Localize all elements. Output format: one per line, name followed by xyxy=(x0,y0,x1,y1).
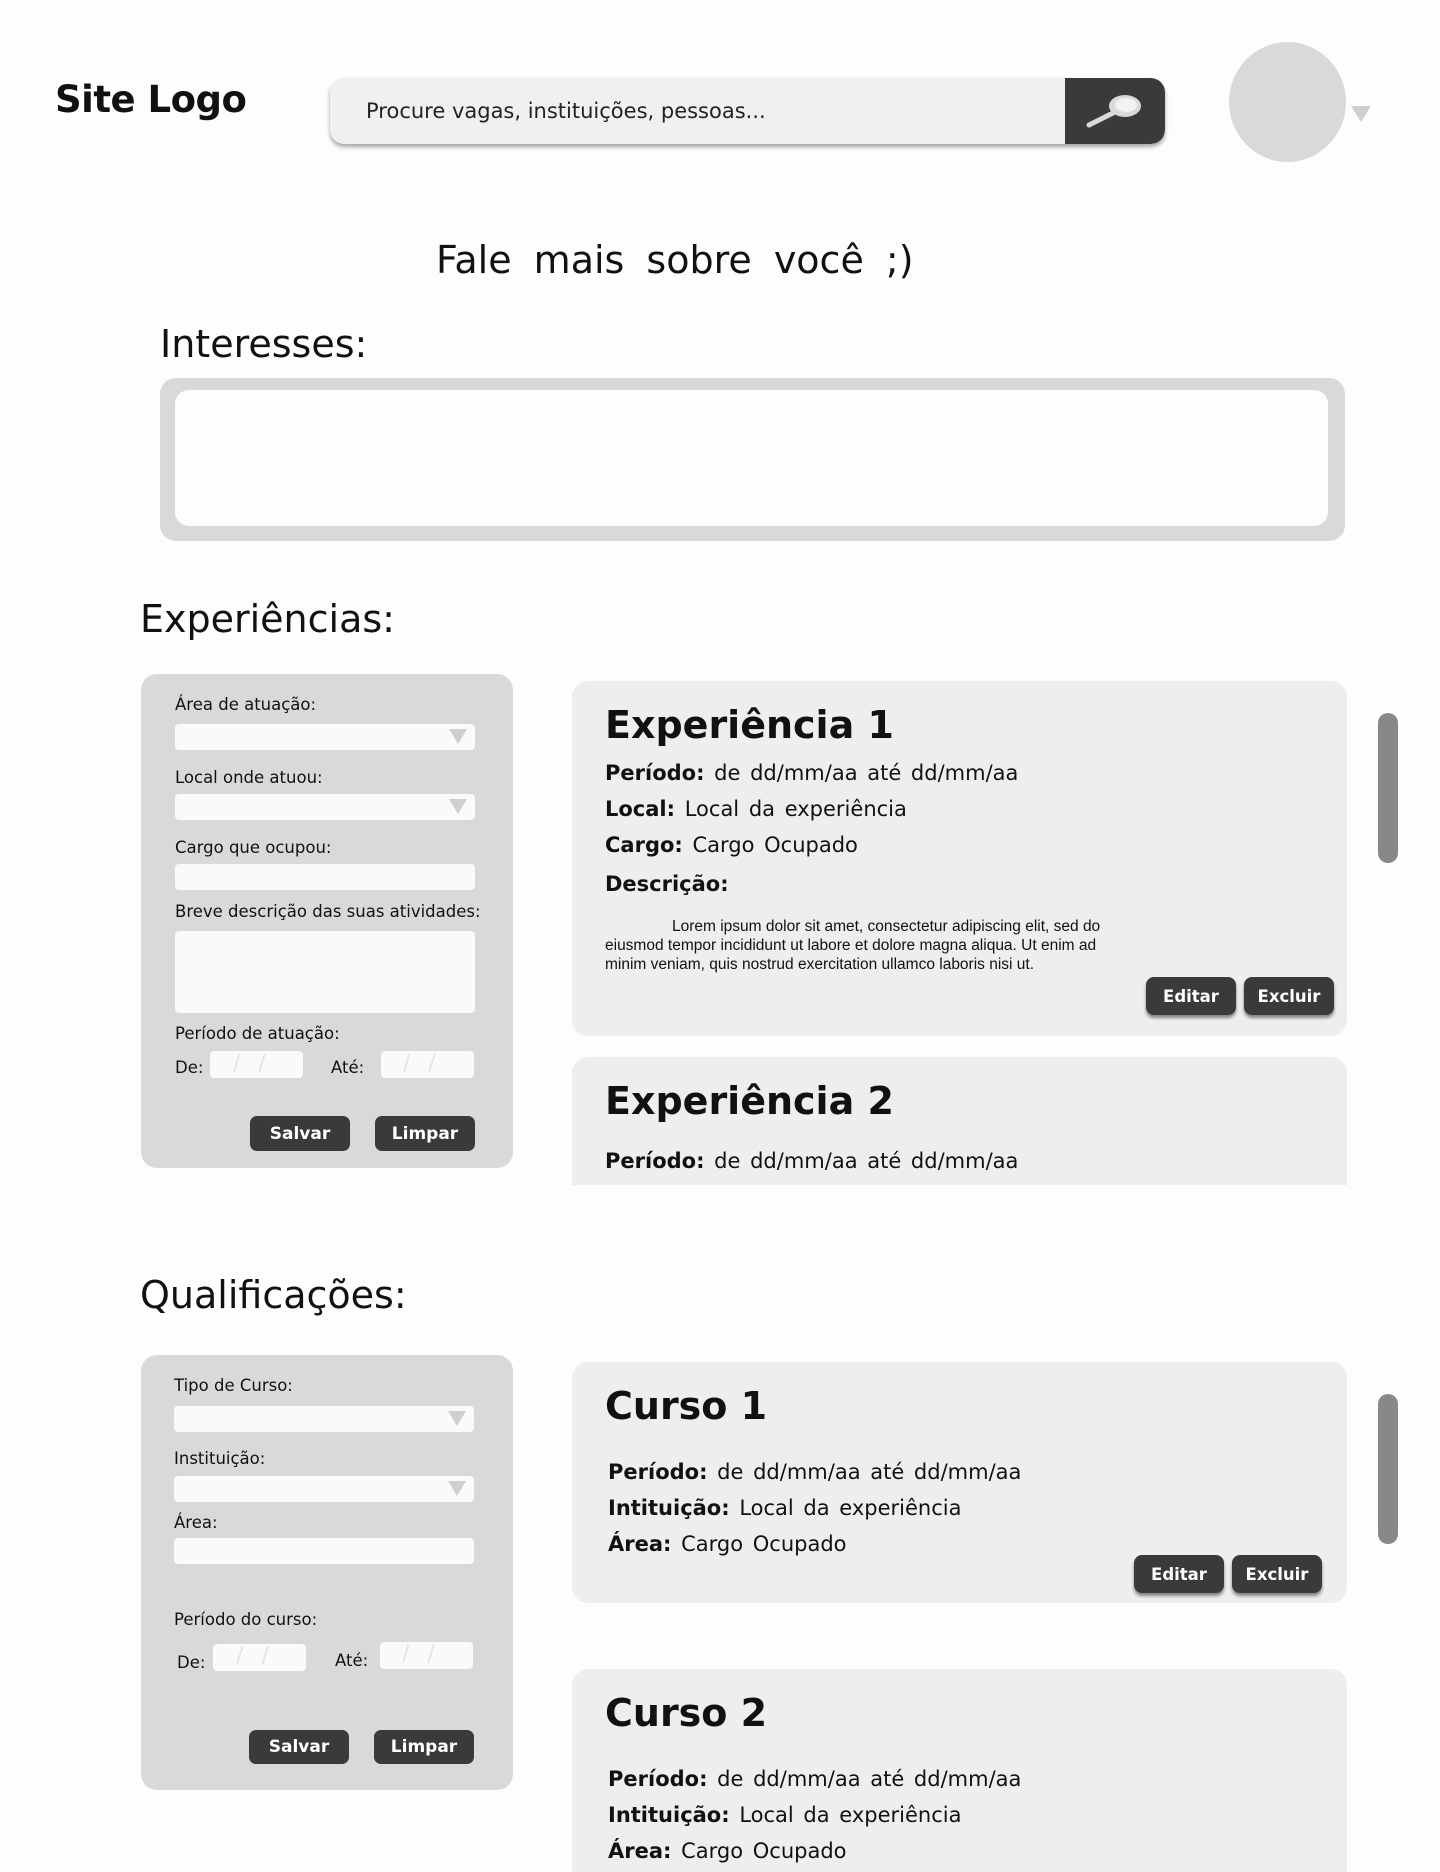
date-separators: // xyxy=(402,1642,453,1667)
cargo-value: Cargo Ocupado xyxy=(692,833,858,857)
instituicao-label: Intituição: xyxy=(608,1496,730,1520)
area-label: Área: xyxy=(608,1839,672,1863)
save-button[interactable]: Salvar xyxy=(250,1116,350,1151)
save-button[interactable]: Salvar xyxy=(249,1730,349,1764)
periodo-value: de dd/mm/aa até dd/mm/aa xyxy=(717,1767,1022,1791)
periodo-label: Período: xyxy=(605,761,705,785)
date-separators: // xyxy=(236,1644,287,1669)
qualification-form: Tipo de Curso: Instituição: Área: Períod… xyxy=(141,1355,513,1790)
experience-card: Experiência 2 Período: de dd/mm/aa até d… xyxy=(572,1057,1347,1185)
periodo-value: de dd/mm/aa até dd/mm/aa xyxy=(714,761,1019,785)
descricao-label: Descrição: xyxy=(605,872,729,896)
site-logo[interactable]: Site Logo xyxy=(55,78,247,121)
edit-button[interactable]: Editar xyxy=(1146,977,1236,1015)
chevron-down-icon xyxy=(448,1481,466,1496)
area-select[interactable] xyxy=(175,724,475,750)
experience-form: Área de atuação: Local onde atuou: Cargo… xyxy=(141,674,513,1168)
chevron-down-icon xyxy=(449,729,467,744)
search-button[interactable] xyxy=(1065,78,1165,144)
descricao-text: Lorem ipsum dolor sit amet, consectetur … xyxy=(605,918,1101,973)
qualifications-title: Qualificações: xyxy=(140,1273,407,1317)
de-label: De: xyxy=(177,1653,206,1672)
card-title: Curso 1 xyxy=(605,1384,768,1428)
descricao-field[interactable] xyxy=(175,931,475,1013)
periodo-value: de dd/mm/aa até dd/mm/aa xyxy=(714,1149,1019,1173)
instituicao-line: Intituição: Local da experiência xyxy=(608,1803,961,1827)
card-title: Curso 2 xyxy=(605,1691,768,1735)
delete-button[interactable]: Excluir xyxy=(1232,1555,1322,1593)
tipo-select[interactable] xyxy=(174,1406,474,1432)
qualifications-scrollbar[interactable] xyxy=(1378,1394,1398,1544)
card-title: Experiência 1 xyxy=(605,703,894,747)
experience-card: Experiência 1 Período: de dd/mm/aa até d… xyxy=(572,681,1347,1036)
periodo-value: de dd/mm/aa até dd/mm/aa xyxy=(717,1460,1022,1484)
page-title: Fale mais sobre você ;) xyxy=(436,238,914,282)
instituicao-label: Instituição: xyxy=(174,1449,266,1468)
area-field[interactable] xyxy=(174,1538,474,1564)
card-title: Experiência 2 xyxy=(605,1079,894,1123)
tipo-label: Tipo de Curso: xyxy=(174,1376,293,1395)
interests-title: Interesses: xyxy=(160,322,368,366)
area-line: Área: Cargo Ocupado xyxy=(608,1839,847,1863)
instituicao-value: Local da experiência xyxy=(739,1496,962,1520)
instituicao-label: Intituição: xyxy=(608,1803,730,1827)
chevron-down-icon[interactable] xyxy=(1351,106,1371,122)
avatar[interactable] xyxy=(1229,42,1346,162)
search-bar xyxy=(330,78,1165,144)
instituicao-select[interactable] xyxy=(174,1476,474,1502)
area-line: Área: Cargo Ocupado xyxy=(608,1532,847,1556)
course-card: Curso 1 Período: de dd/mm/aa até dd/mm/a… xyxy=(572,1362,1347,1603)
periodo-label: Período: xyxy=(608,1460,708,1484)
area-label: Área de atuação: xyxy=(175,695,317,714)
date-separators: // xyxy=(233,1051,284,1076)
area-value: Cargo Ocupado xyxy=(681,1532,847,1556)
local-value: Local da experiência xyxy=(684,797,907,821)
area-label: Área: xyxy=(608,1532,672,1556)
periodo-label: Período de atuação: xyxy=(175,1024,340,1043)
chevron-down-icon xyxy=(448,1411,466,1426)
local-label: Local onde atuou: xyxy=(175,768,323,787)
interests-field[interactable] xyxy=(175,390,1328,526)
periodo-line: Período: de dd/mm/aa até dd/mm/aa xyxy=(608,1767,1021,1791)
ate-label: Até: xyxy=(331,1058,365,1077)
local-line: Local: Local da experiência xyxy=(605,797,907,821)
instituicao-line: Intituição: Local da experiência xyxy=(608,1496,961,1520)
interests-field-wrapper xyxy=(160,378,1345,541)
periodo-label: Período do curso: xyxy=(174,1610,318,1629)
periodo-line: Período: de dd/mm/aa até dd/mm/aa xyxy=(605,761,1018,785)
course-card: Curso 2 Período: de dd/mm/aa até dd/mm/a… xyxy=(572,1669,1347,1872)
clear-button[interactable]: Limpar xyxy=(375,1116,475,1151)
edit-button[interactable]: Editar xyxy=(1134,1555,1224,1593)
descricao-line: Descrição: xyxy=(605,872,729,896)
chevron-down-icon xyxy=(449,799,467,814)
area-label: Área: xyxy=(174,1513,218,1532)
cargo-label: Cargo: xyxy=(605,833,683,857)
search-input[interactable] xyxy=(330,78,1065,144)
periodo-label: Período: xyxy=(605,1149,705,1173)
local-label: Local: xyxy=(605,797,676,821)
search-icon xyxy=(1086,95,1141,128)
cargo-line: Cargo: Cargo Ocupado xyxy=(605,833,858,857)
descricao-label: Breve descrição das suas atividades: xyxy=(175,902,481,921)
experiences-title: Experiências: xyxy=(140,597,395,641)
area-value: Cargo Ocupado xyxy=(681,1839,847,1863)
de-label: De: xyxy=(175,1058,204,1077)
periodo-label: Período: xyxy=(608,1767,708,1791)
cargo-label: Cargo que ocupou: xyxy=(175,838,332,857)
experiences-scrollbar[interactable] xyxy=(1378,713,1398,863)
clear-button[interactable]: Limpar xyxy=(374,1730,474,1764)
periodo-line: Período: de dd/mm/aa até dd/mm/aa xyxy=(608,1460,1021,1484)
ate-label: Até: xyxy=(335,1651,369,1670)
local-select[interactable] xyxy=(175,794,475,820)
delete-button[interactable]: Excluir xyxy=(1244,977,1334,1015)
cargo-field[interactable] xyxy=(175,864,475,890)
date-separators: // xyxy=(403,1051,454,1076)
instituicao-value: Local da experiência xyxy=(739,1803,962,1827)
periodo-line: Período: de dd/mm/aa até dd/mm/aa xyxy=(605,1149,1018,1173)
